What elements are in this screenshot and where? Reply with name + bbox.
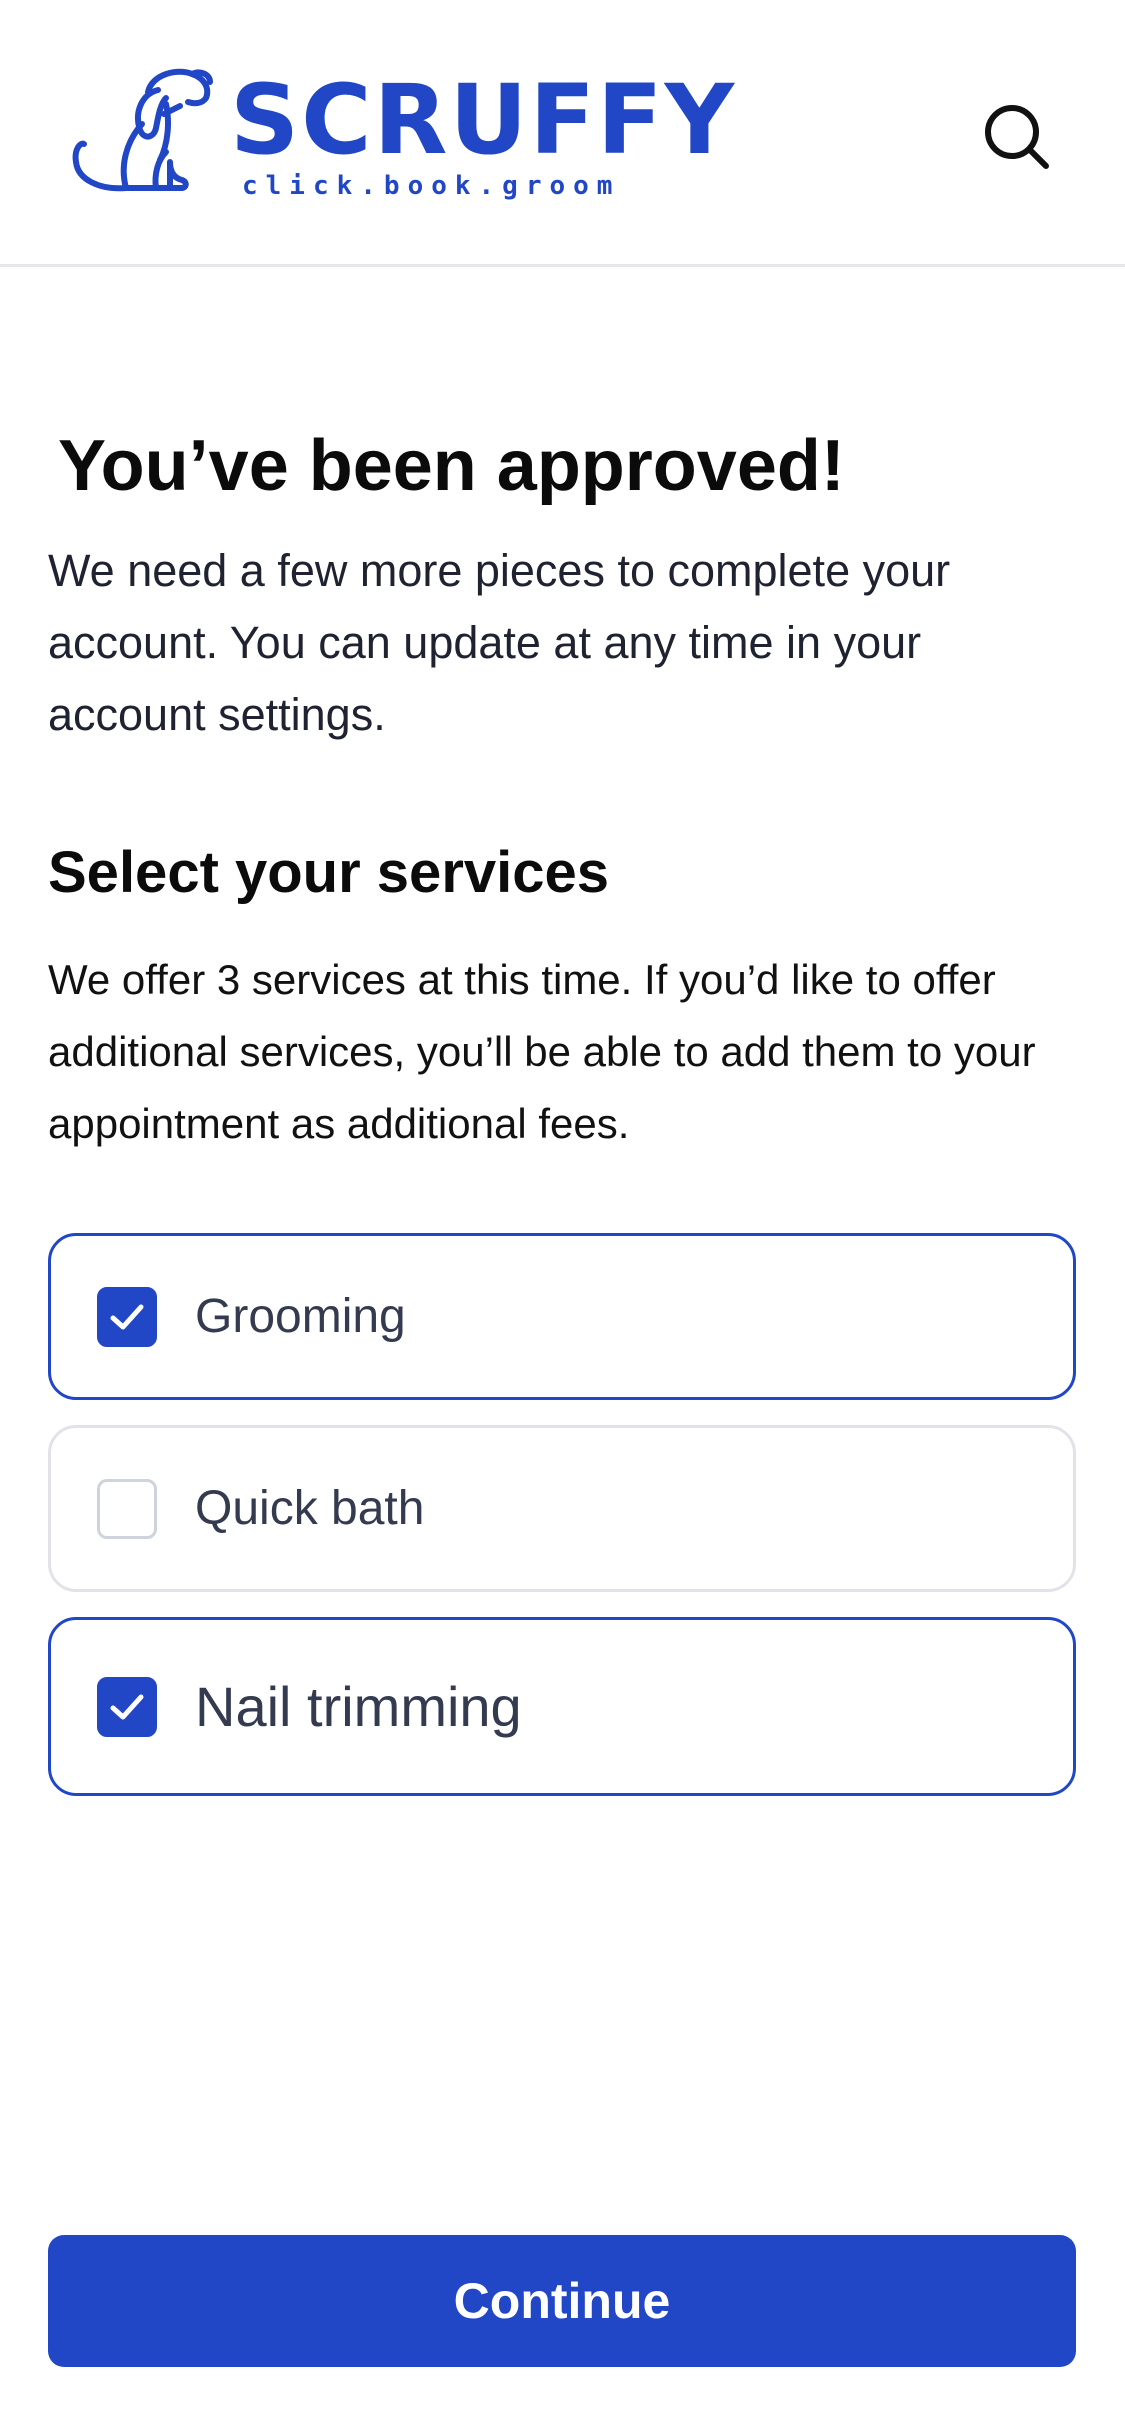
- intro-text: We need a few more pieces to complete yo…: [48, 545, 951, 740]
- service-label: Quick bath: [195, 1481, 425, 1535]
- nail-trimming-checkbox[interactable]: [97, 1676, 157, 1737]
- service-label: Nail trimming: [195, 1674, 522, 1738]
- brand-name: SCRUFFY: [230, 64, 737, 176]
- search-button[interactable]: [980, 100, 1052, 172]
- app-header: SCRUFFY click.book.groom: [0, 0, 1125, 267]
- page-title: You’ve been approved!: [58, 426, 845, 506]
- service-option-quick-bath[interactable]: Quick bath: [48, 1425, 1076, 1592]
- quick-bath-checkbox[interactable]: [97, 1478, 157, 1539]
- brand-tagline: click.book.groom: [242, 171, 621, 201]
- service-option-nail-trimming[interactable]: Nail trimming: [48, 1617, 1076, 1796]
- checkmark-icon: [110, 1304, 144, 1329]
- grooming-checkbox[interactable]: [97, 1286, 157, 1347]
- checkmark-icon: [110, 1694, 144, 1719]
- services-heading: Select your services: [48, 840, 610, 905]
- dog-icon: [72, 68, 213, 192]
- continue-button[interactable]: Continue: [48, 2235, 1076, 2367]
- service-label: Grooming: [195, 1289, 406, 1343]
- service-option-grooming[interactable]: Grooming: [48, 1233, 1076, 1400]
- search-icon: [985, 105, 1049, 169]
- scruffy-logo[interactable]: SCRUFFY click.book.groom: [70, 64, 734, 204]
- services-description: We offer 3 services at this time. If you…: [48, 956, 1036, 1147]
